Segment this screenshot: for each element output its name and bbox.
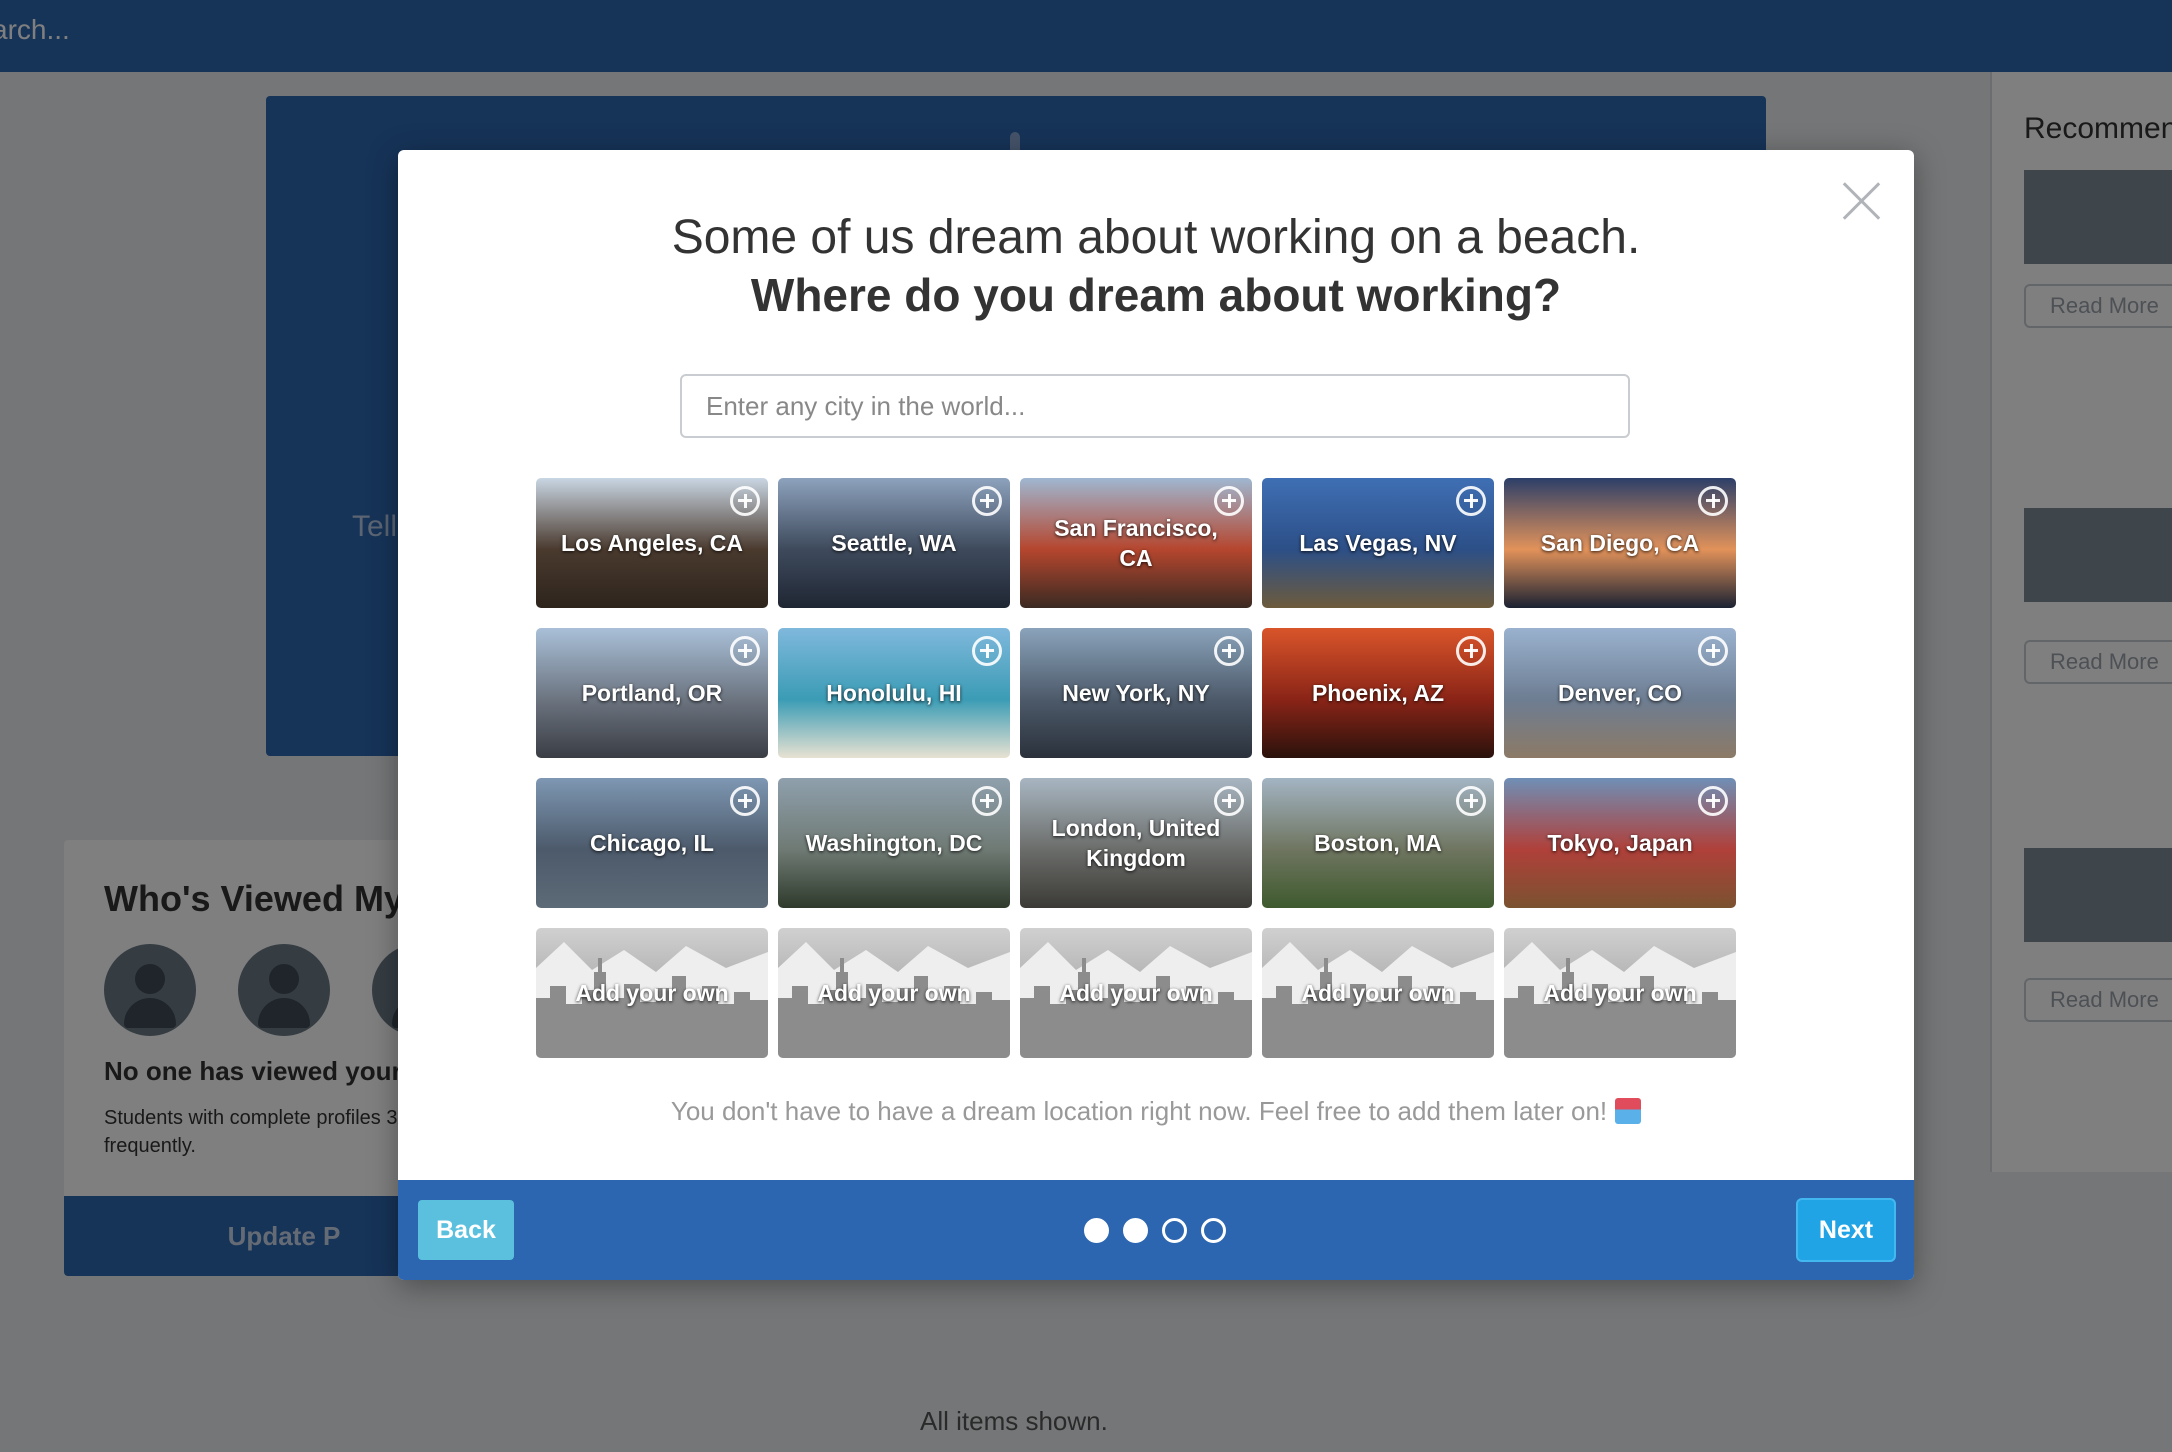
- add-your-own-tile[interactable]: Add your own: [1262, 928, 1494, 1058]
- city-grid: Los Angeles, CA Seattle, WA San Francisco,…: [536, 478, 1776, 1058]
- step-dot-2: [1123, 1218, 1148, 1243]
- beach-umbrella-icon: [1615, 1098, 1642, 1124]
- city-tile[interactable]: Seattle, WA: [778, 478, 1010, 608]
- step-dot-4: [1201, 1218, 1226, 1243]
- city-tile[interactable]: Portland, OR: [536, 628, 768, 758]
- city-label: Honolulu, HI: [826, 680, 962, 706]
- back-button[interactable]: Back: [418, 1200, 514, 1260]
- city-tile[interactable]: Washington, DC: [778, 778, 1010, 908]
- city-label: Portland, OR: [581, 680, 723, 706]
- city-label: Denver, CO: [1558, 680, 1682, 706]
- add-your-own-tile[interactable]: Add your own: [778, 928, 1010, 1058]
- city-label: Phoenix, AZ: [1311, 680, 1445, 706]
- city-tile[interactable]: Phoenix, AZ: [1262, 628, 1494, 758]
- city-label: Add your own: [817, 980, 971, 1006]
- step-dot-1: [1084, 1218, 1109, 1243]
- modal-title-line2: Where do you dream about working?: [750, 269, 1562, 321]
- city-tile[interactable]: Las Vegas, NV: [1262, 478, 1494, 608]
- city-label: Tokyo, Japan: [1547, 830, 1693, 856]
- city-tile[interactable]: San Francisco, CA: [1020, 478, 1252, 608]
- modal-footer: Back Next: [398, 1180, 1914, 1280]
- city-label: Boston, MA: [1314, 830, 1442, 856]
- city-tile[interactable]: Honolulu, HI: [778, 628, 1010, 758]
- city-label: San Diego, CA: [1540, 530, 1700, 556]
- city-tile[interactable]: Los Angeles, CA: [536, 478, 768, 608]
- step-dot-3: [1162, 1218, 1187, 1243]
- city-label: Los Angeles, CA: [561, 530, 743, 556]
- step-indicator: [1084, 1218, 1234, 1244]
- city-tile[interactable]: London, United Kingdom: [1020, 778, 1252, 908]
- city-label: New York, NY: [1062, 680, 1210, 706]
- add-your-own-tile[interactable]: Add your own: [1504, 928, 1736, 1058]
- city-tile[interactable]: Tokyo, Japan: [1504, 778, 1736, 908]
- city-label: Add your own: [1059, 980, 1213, 1006]
- add-your-own-tile[interactable]: Add your own: [1020, 928, 1252, 1058]
- city-label: Chicago, IL: [590, 830, 714, 856]
- city-label: Add your own: [1543, 980, 1697, 1006]
- modal-title-line1: Some of us dream about working on a beac…: [671, 211, 1641, 264]
- city-label: Las Vegas, NV: [1299, 530, 1457, 556]
- dream-location-modal: Some of us dream about working on a beac…: [398, 150, 1914, 1280]
- city-label: Washington, DC: [805, 830, 983, 856]
- city-label: Seattle, WA: [831, 530, 957, 556]
- city-tile[interactable]: New York, NY: [1020, 628, 1252, 758]
- city-tile[interactable]: Denver, CO: [1504, 628, 1736, 758]
- city-search-input[interactable]: [680, 374, 1630, 438]
- city-tile[interactable]: Chicago, IL: [536, 778, 768, 908]
- city-label: Add your own: [575, 980, 729, 1006]
- modal-note-text: You don't have to have a dream location …: [670, 1096, 1608, 1126]
- modal-note: You don't have to have a dream location …: [398, 1096, 1914, 1127]
- city-label: Add your own: [1301, 980, 1455, 1006]
- next-button[interactable]: Next: [1798, 1200, 1894, 1260]
- city-label: San Francisco, CA: [1054, 515, 1218, 571]
- add-your-own-tile[interactable]: Add your own: [536, 928, 768, 1058]
- city-label: London, United Kingdom: [1051, 815, 1221, 871]
- city-tile[interactable]: San Diego, CA: [1504, 478, 1736, 608]
- city-tile[interactable]: Boston, MA: [1262, 778, 1494, 908]
